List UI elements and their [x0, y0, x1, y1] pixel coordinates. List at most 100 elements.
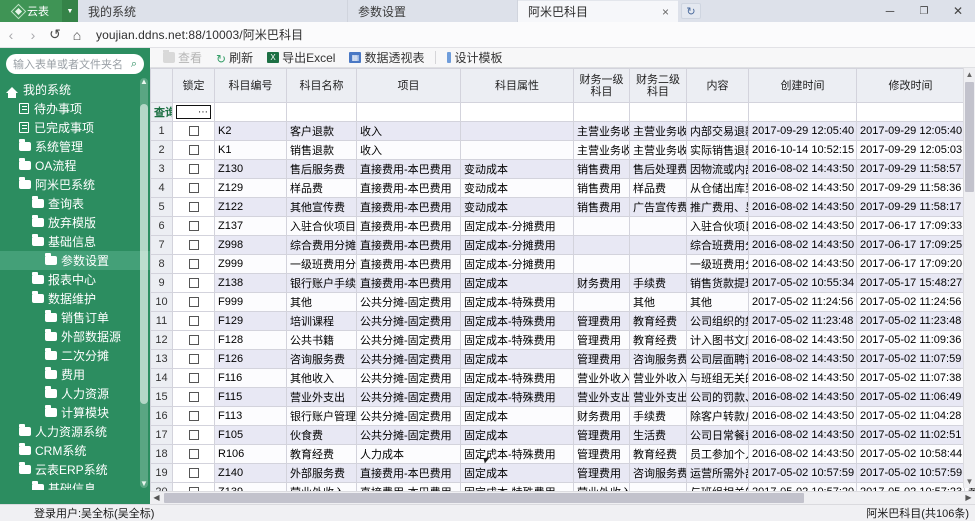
toolbar-button-4[interactable]: 设计模板	[440, 49, 509, 67]
new-tab-button[interactable]: ↻	[681, 3, 701, 19]
checkbox-icon[interactable]	[188, 164, 199, 175]
table-row[interactable]: 1K2客户退款收入主营业务收入主营业务收入内部交易退款2017-09-29 12…	[150, 121, 975, 141]
checkbox-icon[interactable]	[188, 335, 199, 346]
row-lock-checkbox[interactable]	[172, 425, 215, 445]
row-lock-checkbox[interactable]	[172, 444, 215, 464]
sidebar-item-9[interactable]: 参数设置	[0, 251, 150, 270]
app-logo[interactable]: 云表	[0, 0, 62, 22]
row-lock-checkbox[interactable]	[172, 159, 215, 179]
table-row[interactable]: 16F113银行账户管理公共分摊-固定费用固定成本财务费用手续费除客户转款户20…	[150, 406, 975, 426]
row-lock-checkbox[interactable]	[172, 178, 215, 198]
sidebar-item-1[interactable]: 待办事项	[0, 99, 150, 118]
table-row[interactable]: 7 Z998综合费用分摊直接费用-本巴费用固定成本-分摊费用 综合班费用分2016-…	[150, 235, 975, 255]
sidebar-item-15[interactable]: 费用	[0, 365, 150, 384]
checkbox-icon[interactable]	[188, 297, 199, 308]
table-row[interactable]: 14 F116 其他收入 公共分摊-固定费用 固定成本-特殊费用 营业外收入 营业外收入 与班…	[150, 368, 975, 388]
column-header-2[interactable]: 科目名称	[286, 68, 357, 103]
table-row[interactable]: 10 F999 其他 公共分摊-固定费用 固定成本-特殊费用 其他 其他 2017-05-02…	[150, 292, 975, 312]
back-icon[interactable]: ‹	[0, 27, 22, 43]
checkbox-icon[interactable]	[188, 430, 199, 441]
toolbar-button-1[interactable]: ↻ 刷新	[209, 49, 260, 67]
scroll-up-icon[interactable]: ▲	[140, 78, 148, 86]
grid-horizontal-scrollbar[interactable]: ◀ ▶	[150, 491, 975, 504]
table-row[interactable]: 15 F115 营业外支出 公共分摊-固定费用 固定成本-特殊费用 营业外支出 营业外支出公…	[150, 387, 975, 407]
minimize-button[interactable]: ─	[873, 0, 907, 22]
query-cell-8[interactable]	[748, 102, 857, 122]
table-row[interactable]: 12 F128 公共书籍 公共分摊-固定费用 固定成本-特殊费用 管理费用 教育经费 计入图书…	[150, 330, 975, 350]
checkbox-icon[interactable]	[188, 411, 199, 422]
row-lock-checkbox[interactable]	[172, 121, 215, 141]
scroll-down-icon[interactable]: ▼	[140, 480, 148, 488]
forward-icon[interactable]: ›	[22, 27, 44, 43]
vertical-scroll-thumb[interactable]	[965, 82, 974, 192]
table-row[interactable]: 8Z999一级班费用分直接费用-本巴费用固定成本-分摊费用一级班费用分2016-…	[150, 254, 975, 274]
address-url[interactable]: youjian.ddns.net:88/10003/阿米巴科目	[96, 26, 303, 43]
sidebar-scroll-thumb[interactable]	[140, 104, 148, 404]
table-row[interactable]: 19Z140外部服务费直接费用-本巴费用固定成本管理费用咨询服务费运营所需外部2…	[150, 463, 975, 483]
row-lock-checkbox[interactable]	[172, 406, 215, 426]
checkbox-icon[interactable]	[188, 202, 199, 213]
search-icon[interactable]: ⌕	[131, 58, 137, 71]
sidebar-item-5[interactable]: 阿米巴系统	[0, 175, 150, 194]
checkbox-icon[interactable]	[188, 449, 199, 460]
row-lock-checkbox[interactable]	[172, 463, 215, 483]
sidebar-item-20[interactable]: 云表ERP系统	[0, 460, 150, 479]
table-row[interactable]: 13F126咨询服务费公共分摊-固定费用固定成本管理费用咨询服务费公司层面聘请2…	[150, 349, 975, 369]
sidebar-item-7[interactable]: 放弃模版	[0, 213, 150, 232]
browser-tab-amiba[interactable]: 阿米巴科目 ×	[518, 0, 678, 22]
checkbox-icon[interactable]	[188, 392, 199, 403]
table-row[interactable]: 18R106教育经费人力成本固定成本-特殊费用管理费用教育经费员工参加个人201…	[150, 444, 975, 464]
toolbar-button-2[interactable]: X 导出Excel	[260, 49, 342, 67]
query-cell-5[interactable]	[573, 102, 630, 122]
checkbox-icon[interactable]	[188, 278, 199, 289]
maximize-button[interactable]: ❐	[907, 0, 941, 22]
column-header-6[interactable]: 财务二级科目	[629, 68, 687, 103]
table-row[interactable]: 9Z138银行账户手续直接费用-本巴费用固定成本财务费用手续费销售货款提现201…	[150, 273, 975, 293]
table-row[interactable]: 3Z130售后服务费直接费用-本巴费用变动成本销售费用售后处理费因物流或内部20…	[150, 159, 975, 179]
system-tab-params[interactable]: 参数设置	[348, 0, 518, 22]
query-cell-9[interactable]	[856, 102, 965, 122]
query-cell-6[interactable]	[629, 102, 687, 122]
table-row[interactable]: 2K1销售退款收入主营业务收入主营业务收入实际销售退款2016-10-14 10…	[150, 140, 975, 160]
logo-caret-icon[interactable]: ▼	[62, 0, 78, 22]
column-header-4[interactable]: 科目属性	[460, 68, 574, 103]
query-more-icon[interactable]: ⋯	[198, 107, 208, 118]
sidebar-item-8[interactable]: 基础信息	[0, 232, 150, 251]
sidebar-item-14[interactable]: 二次分摊	[0, 346, 150, 365]
column-header-9[interactable]: 修改时间	[856, 68, 965, 103]
table-row[interactable]: 11 F129 培训课程 公共分摊-固定费用 固定成本-特殊费用 管理费用 教育经费 公司组织…	[150, 311, 975, 331]
query-cell-4[interactable]	[460, 102, 574, 122]
scroll-left-icon[interactable]: ◀	[150, 492, 163, 504]
checkbox-icon[interactable]	[188, 354, 199, 365]
scroll-down-icon[interactable]: ▼	[964, 475, 975, 488]
row-lock-checkbox[interactable]	[172, 292, 215, 312]
row-lock-checkbox[interactable]	[172, 197, 215, 217]
table-row[interactable]: 17 F105伙食费公共分摊-固定费用固定成本管理费用生活费公司日常餐费2016-…	[150, 425, 975, 445]
sidebar-item-11[interactable]: 数据维护	[0, 289, 150, 308]
checkbox-icon[interactable]	[188, 183, 199, 194]
column-header-3[interactable]: 项目	[356, 68, 461, 103]
checkbox-icon[interactable]	[188, 221, 199, 232]
query-lock-input[interactable]: ⋯	[176, 105, 211, 119]
column-header-0[interactable]: 锁定	[172, 68, 215, 103]
sidebar-item-3[interactable]: 系统管理	[0, 137, 150, 156]
checkbox-icon[interactable]	[188, 316, 199, 327]
sidebar-item-10[interactable]: 报表中心	[0, 270, 150, 289]
column-header-5[interactable]: 财务一级科目	[573, 68, 630, 103]
column-header-1[interactable]: 科目编号	[214, 68, 287, 103]
sidebar-item-2[interactable]: 已完成事项	[0, 118, 150, 137]
sidebar-item-12[interactable]: 销售订单	[0, 308, 150, 327]
toolbar-button-3[interactable]: ▦ 数据透视表	[342, 49, 431, 67]
table-row[interactable]: 6Z137入驻合伙项目直接费用-本巴费用固定成本-分摊费用入驻合伙项目2016-…	[150, 216, 975, 236]
checkbox-icon[interactable]	[188, 259, 199, 270]
system-tab-my-system[interactable]: 我的系统	[78, 0, 348, 22]
query-cell-1[interactable]	[214, 102, 287, 122]
sidebar-item-16[interactable]: 人力资源	[0, 384, 150, 403]
table-row[interactable]: 5Z122其他宣传费直接费用-本巴费用变动成本销售费用广告宣传费推广费用、显20…	[150, 197, 975, 217]
scroll-up-icon[interactable]: ▲	[964, 68, 975, 81]
query-cell-7[interactable]	[686, 102, 749, 122]
horizontal-scroll-thumb[interactable]	[164, 493, 804, 503]
sidebar-item-0[interactable]: 我的系统	[0, 80, 150, 99]
checkbox-icon[interactable]	[188, 145, 199, 156]
sidebar-item-4[interactable]: OA流程	[0, 156, 150, 175]
